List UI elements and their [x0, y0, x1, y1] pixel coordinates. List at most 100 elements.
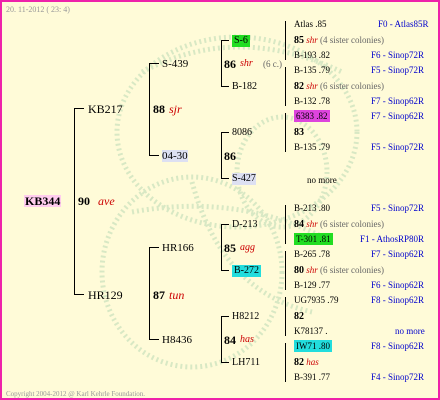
colony-name[interactable]: HR129 — [88, 289, 123, 301]
ancestor-top-region: F7 - Sinop62R — [371, 249, 425, 259]
connector — [221, 224, 222, 270]
queen-code: shr — [306, 35, 318, 45]
ancestor-top[interactable]: UG7935 .79 — [294, 294, 339, 306]
colony-year: 84 — [224, 333, 236, 347]
pedigree-frame: 20. 11-2012 ( 23: 4) KB344 90 ave KB217 … — [0, 0, 440, 400]
ancestor-bottom[interactable]: B-129 .77 — [294, 279, 330, 291]
connector — [285, 343, 286, 382]
copyright-footer: Copyright 2004-2012 @ Karl Kehrle Founda… — [6, 390, 146, 398]
connector — [221, 270, 229, 271]
colony-name[interactable]: D-213 — [232, 219, 258, 231]
connector — [149, 247, 150, 339]
colony-name[interactable]: H8212 — [232, 311, 259, 323]
sister-colonies: (6 sister colonies) — [320, 265, 384, 275]
colony-name[interactable]: B-182 — [232, 81, 257, 93]
colony-name[interactable]: LH711 — [232, 357, 260, 369]
connector — [221, 362, 229, 363]
ancestor-top-region: F0 - Atlas85R — [378, 19, 429, 29]
colony-name[interactable]: S-6 — [232, 35, 250, 47]
connector — [149, 63, 159, 64]
connector — [285, 297, 286, 336]
ancestor-top[interactable]: Atlas .85 — [294, 18, 327, 30]
connector — [221, 178, 229, 179]
colony-name[interactable]: S-427 — [232, 173, 256, 185]
connector — [74, 294, 84, 295]
ancestor-year: 85 — [294, 35, 304, 46]
ancestor-bottom[interactable]: K78137 . — [294, 325, 328, 337]
ancestor-year: 84 — [294, 219, 304, 230]
connector — [149, 247, 159, 248]
colony-name[interactable]: 04-30 — [162, 150, 188, 162]
colony-name[interactable]: HR166 — [162, 242, 194, 254]
connector — [221, 40, 222, 86]
ancestor-bottom-region: F5 - Sinop72R — [371, 142, 425, 152]
watermark-bee-icon — [99, 34, 360, 370]
colony-name[interactable]: S-439 — [162, 58, 188, 70]
queen-code: shr — [306, 265, 318, 275]
connector — [285, 21, 286, 60]
connector — [221, 316, 229, 317]
sister-colonies: (6 sister colonies) — [320, 219, 384, 229]
no-more-label: no more — [307, 175, 337, 185]
colony-count: (6 c.) — [263, 59, 282, 69]
ancestor-bottom-region: F7 - Sinop62R — [371, 96, 425, 106]
queen-code: shr — [306, 219, 318, 229]
connector — [285, 67, 286, 106]
connector — [74, 108, 75, 295]
ancestor-bottom[interactable]: B-135 .79 — [294, 141, 330, 153]
colony-year: 86 — [224, 57, 236, 71]
connector — [149, 155, 159, 156]
ancestor-top[interactable]: IW71 .80 — [294, 340, 332, 352]
connector — [285, 113, 286, 152]
connector — [221, 316, 222, 362]
sister-colonies: (4 sister colonies) — [320, 35, 384, 45]
ancestor-bottom[interactable]: B-391 .77 — [294, 371, 330, 383]
ancestor-year: 82 — [294, 311, 304, 322]
connector — [221, 224, 229, 225]
ancestor-top[interactable]: B-213 .80 — [294, 202, 330, 214]
ancestor-bottom[interactable]: T-301 .81 — [294, 233, 333, 245]
queen-code: agg — [240, 242, 255, 253]
connector — [149, 339, 159, 340]
queen-code: shr — [240, 58, 253, 69]
queen-code: sjr — [169, 102, 182, 116]
colony-name[interactable]: B-272 — [232, 265, 261, 277]
ancestor-top[interactable]: B-265 .78 — [294, 248, 330, 260]
queen-code: shr — [306, 81, 318, 91]
ancestor-bottom-region: F4 - Sinop72R — [371, 372, 425, 382]
ancestor-top-region: F5 - Sinop72R — [371, 203, 425, 213]
connector — [149, 63, 150, 155]
connector — [74, 108, 84, 109]
connector — [221, 132, 229, 133]
ancestor-bottom-region: F1 - AthosRP80R — [360, 234, 425, 244]
colony-name[interactable]: H8436 — [162, 334, 192, 346]
ancestor-top[interactable]: 6383 .82 — [294, 110, 330, 122]
queen-code: has — [240, 334, 254, 345]
ancestor-year: 83 — [294, 127, 304, 138]
ancestor-top-region: F8 - Sinop62R — [371, 341, 425, 351]
ancestor-year: 82 — [294, 357, 304, 368]
ancestor-year: 80 — [294, 265, 304, 276]
ancestor-year: 82 — [294, 81, 304, 92]
ancestor-top[interactable]: B-135 .79 — [294, 64, 330, 76]
root-queen-code: ave — [98, 194, 115, 208]
ancestor-top-region: F7 - Sinop62R — [371, 111, 425, 121]
connector — [221, 132, 222, 178]
ancestor-bottom[interactable]: B-132 .78 — [294, 95, 330, 107]
queen-code: tun — [169, 288, 185, 302]
root-colony-name[interactable]: KB344 — [24, 195, 62, 207]
no-more-label: no more — [395, 326, 425, 336]
colony-year: 86 — [224, 149, 236, 163]
colony-year: 85 — [224, 241, 236, 255]
sister-colonies: (6 sister colonies) — [320, 81, 384, 91]
report-date: 20. 11-2012 ( 23: 4) — [6, 5, 70, 14]
connector — [285, 205, 286, 244]
colony-name[interactable]: KB217 — [88, 103, 123, 115]
connector — [285, 251, 286, 290]
colony-year: 87 — [153, 288, 165, 302]
ancestor-top-region: F8 - Sinop62R — [371, 295, 425, 305]
colony-name[interactable]: 8086 — [232, 127, 252, 139]
ancestor-bottom[interactable]: B-193 .82 — [294, 49, 330, 61]
connector — [221, 40, 229, 41]
ancestor-bottom-region: F6 - Sinop62R — [371, 280, 425, 290]
